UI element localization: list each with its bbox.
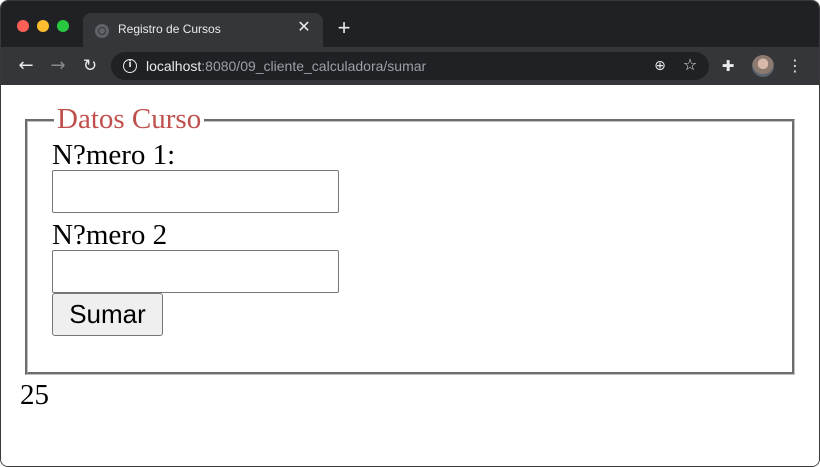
- close-window-button[interactable]: [17, 20, 29, 32]
- forward-arrow-icon[interactable]: →: [46, 54, 70, 78]
- number1-input[interactable]: [52, 170, 339, 213]
- globe-icon: [95, 24, 109, 38]
- number1-label: N?mero 1:: [52, 139, 176, 171]
- number2-label: N?mero 2: [52, 219, 168, 251]
- close-icon[interactable]: ✕: [295, 19, 313, 37]
- page-content: Datos Curso N?mero 1: N?mero 2 Sumar 25: [1, 85, 819, 466]
- zoom-window-button[interactable]: [57, 20, 69, 32]
- url-text[interactable]: localhost:8080/09_cliente_calculadora/su…: [146, 58, 426, 74]
- result-value: 25: [20, 379, 49, 411]
- kebab-menu-icon[interactable]: ⋮: [787, 55, 803, 77]
- avatar[interactable]: [752, 55, 774, 77]
- sumar-button[interactable]: Sumar: [52, 293, 163, 336]
- browser-toolbar: ← → ↻ i localhost:8080/09_cliente_calcul…: [1, 47, 819, 85]
- url-host: localhost: [146, 58, 202, 74]
- zoom-icon[interactable]: ⊕: [651, 57, 669, 75]
- tab-registro-de-cursos[interactable]: Registro de Cursos ✕: [83, 13, 323, 47]
- form-legend: Datos Curso: [54, 102, 205, 136]
- puzzle-icon[interactable]: ✚: [719, 57, 737, 75]
- info-icon[interactable]: i: [123, 59, 137, 73]
- back-arrow-icon[interactable]: ←: [14, 54, 38, 78]
- tab-title: Registro de Cursos: [118, 22, 221, 36]
- star-icon[interactable]: ☆: [681, 56, 699, 74]
- new-tab-icon[interactable]: +: [333, 17, 355, 39]
- minimize-window-button[interactable]: [37, 20, 49, 32]
- url-path: :8080/09_cliente_calculadora/sumar: [201, 58, 427, 74]
- browser-window: Registro de Cursos ✕ + ← → ↻ i localhost…: [0, 0, 820, 467]
- tab-strip: Registro de Cursos ✕ +: [1, 1, 819, 47]
- number2-input[interactable]: [52, 250, 339, 293]
- course-form: Datos Curso N?mero 1: N?mero 2 Sumar: [25, 102, 795, 375]
- address-bar[interactable]: i localhost:8080/09_cliente_calculadora/…: [111, 52, 709, 80]
- reload-icon[interactable]: ↻: [78, 54, 102, 78]
